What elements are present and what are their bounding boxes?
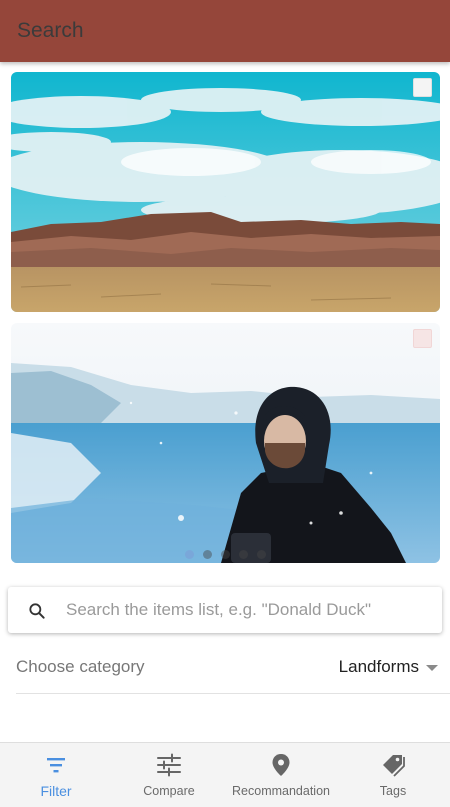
landscape-image (11, 72, 440, 312)
carousel-dot[interactable] (203, 550, 212, 559)
sliders-icon (157, 753, 181, 777)
search-input[interactable] (66, 587, 431, 633)
category-selector[interactable]: Choose category Landforms (16, 648, 450, 694)
portrait-image (11, 323, 440, 563)
nav-item-filter[interactable]: Filter (0, 743, 112, 807)
carousel-dot[interactable] (185, 550, 194, 559)
carousel-indicator (11, 550, 440, 559)
carousel-dot[interactable] (239, 550, 248, 559)
filter-icon (47, 758, 65, 773)
nav-item-compare[interactable]: Compare (112, 743, 226, 807)
nav-label: Tags (379, 784, 407, 798)
nav-item-tags[interactable]: Tags (336, 743, 450, 807)
image-card-portrait[interactable] (11, 323, 440, 563)
select-checkbox[interactable] (413, 329, 432, 348)
category-dropdown[interactable]: Landforms (339, 657, 438, 677)
select-checkbox[interactable] (413, 78, 432, 97)
search-bar (8, 587, 442, 633)
page-title: Search (17, 19, 84, 42)
nav-label: Recommandation (232, 784, 330, 798)
category-value: Landforms (338, 657, 419, 676)
location-pin-icon (272, 754, 290, 776)
image-card-landscape[interactable] (11, 72, 440, 312)
chevron-down-icon (426, 665, 438, 671)
app-bar: Search (0, 0, 450, 62)
tag-icon (383, 755, 405, 777)
category-label: Choose category (16, 657, 145, 676)
nav-item-recommandation[interactable]: Recommandation (226, 743, 336, 807)
carousel-dot[interactable] (257, 550, 266, 559)
carousel-dot[interactable] (221, 550, 230, 559)
bottom-navigation: Filter Compare Recommandation Tags (0, 742, 450, 807)
search-icon[interactable] (27, 601, 47, 621)
nav-label: Compare (143, 784, 195, 798)
nav-label: Filter (40, 783, 72, 799)
